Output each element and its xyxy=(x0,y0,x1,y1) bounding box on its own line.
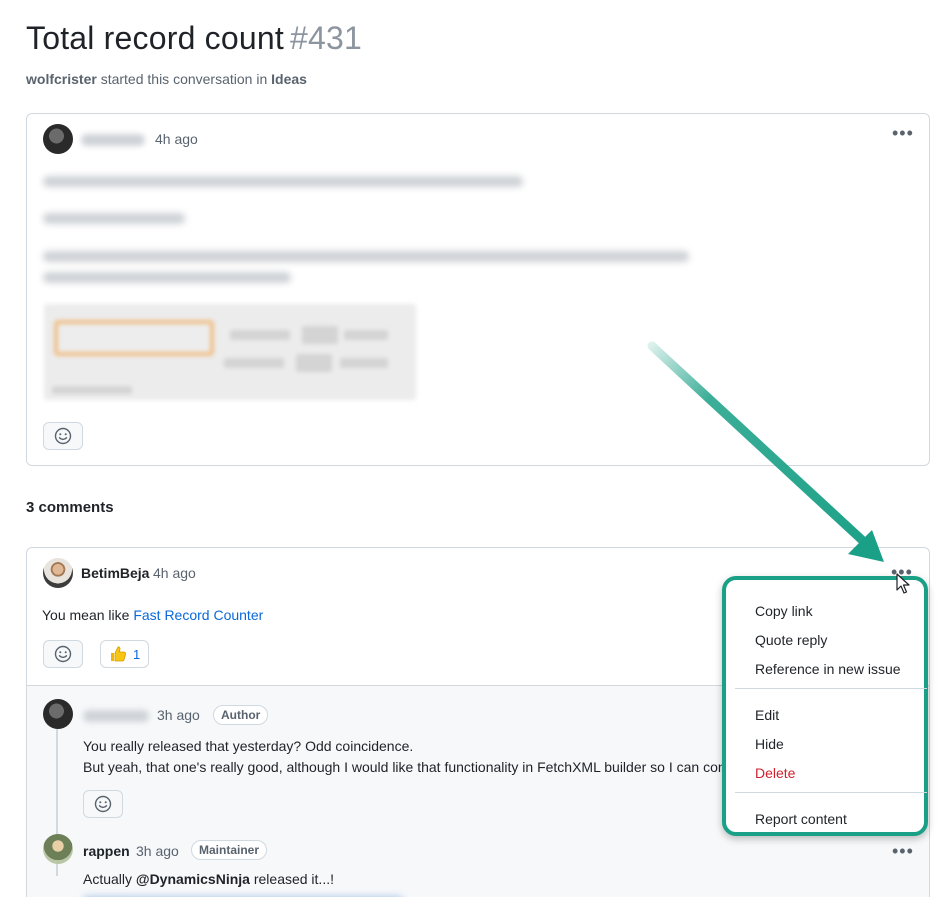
comment-author[interactable]: BetimBeja xyxy=(81,565,149,581)
comment-body: You mean like Fast Record Counter xyxy=(42,607,264,623)
avatar[interactable] xyxy=(43,834,73,864)
menu-hide[interactable]: Hide xyxy=(755,736,784,752)
discussion-meta: wolfcrister started this conversation in… xyxy=(26,71,307,87)
reply-timestamp[interactable]: 3h ago xyxy=(157,707,200,723)
redacted-text-line xyxy=(43,251,689,262)
redacted-text-line xyxy=(43,213,185,224)
comment-options-menu: Copy link Quote reply Reference in new i… xyxy=(722,576,928,836)
reply-body: Actually @DynamicsNinja released it...! xyxy=(83,871,334,887)
maintainer-badge: Maintainer xyxy=(191,840,268,860)
fast-record-counter-link[interactable]: Fast Record Counter xyxy=(133,607,263,623)
discussion-title: Total record count xyxy=(26,20,284,56)
add-reaction-button[interactable] xyxy=(43,640,83,668)
category-link[interactable]: Ideas xyxy=(271,71,307,87)
menu-quote-reply[interactable]: Quote reply xyxy=(755,632,827,648)
started-text: started this conversation in xyxy=(100,71,268,87)
author-name-redacted xyxy=(83,710,149,722)
redacted-text-line xyxy=(43,176,523,187)
avatar[interactable] xyxy=(43,699,73,729)
page-title: Total record count #431 xyxy=(26,20,362,57)
post-timestamp[interactable]: 4h ago xyxy=(155,131,198,147)
reply-body: You really released that yesterday? Odd … xyxy=(83,738,726,775)
menu-divider xyxy=(735,792,927,793)
reply-author[interactable]: rappen xyxy=(83,843,130,859)
original-post: 4h ago ••• xyxy=(26,113,930,466)
discussion-number: #431 xyxy=(289,20,362,56)
menu-copy-link[interactable]: Copy link xyxy=(755,603,813,619)
kebab-icon[interactable]: ••• xyxy=(892,842,914,860)
avatar[interactable] xyxy=(43,124,73,154)
menu-report-content[interactable]: Report content xyxy=(755,811,847,827)
smiley-icon xyxy=(54,427,72,445)
kebab-icon[interactable]: ••• xyxy=(892,124,914,142)
redacted-screenshot xyxy=(44,304,416,400)
comment-timestamp[interactable]: 4h ago xyxy=(153,565,196,581)
reaction-count: 1 xyxy=(133,646,141,662)
user-mention[interactable]: @DynamicsNinja xyxy=(136,871,250,887)
smiley-icon xyxy=(94,795,112,813)
avatar[interactable] xyxy=(43,558,73,588)
discussion-author-link[interactable]: wolfcrister xyxy=(26,71,97,87)
redacted-text-line xyxy=(43,272,291,283)
thumbs-up-reaction[interactable]: 1 xyxy=(100,640,150,668)
menu-delete[interactable]: Delete xyxy=(755,765,795,781)
menu-divider xyxy=(735,688,927,689)
reply-timestamp[interactable]: 3h ago xyxy=(136,843,179,859)
author-name-redacted xyxy=(81,134,145,146)
author-badge: Author xyxy=(213,705,269,725)
thumbs-up-icon xyxy=(111,646,126,662)
comments-count: 3 comments xyxy=(26,499,114,516)
add-reaction-button[interactable] xyxy=(43,422,83,450)
menu-edit[interactable]: Edit xyxy=(755,707,779,723)
smiley-icon xyxy=(54,645,72,663)
add-reaction-button[interactable] xyxy=(83,790,123,818)
menu-reference-new-issue[interactable]: Reference in new issue xyxy=(755,661,901,677)
cursor-icon xyxy=(896,573,910,594)
